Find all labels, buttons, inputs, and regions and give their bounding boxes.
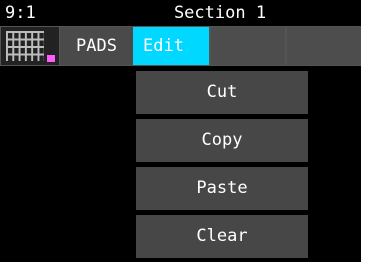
step-indicator: 9:1 [5,3,36,23]
tab-empty-1[interactable] [211,27,285,65]
selected-pad-marker [47,55,55,62]
copy-button[interactable]: Copy [136,119,308,162]
tab-pads[interactable]: PADS [60,27,133,65]
paste-button[interactable]: Paste [136,167,308,210]
tab-empty-2[interactable] [287,27,361,65]
pad-grid-icon[interactable] [1,27,59,65]
edit-menu: Cut Copy Paste Clear [136,71,308,262]
clear-button[interactable]: Clear [136,215,308,258]
tab-edit[interactable]: Edit [133,27,209,65]
device-screen: 9:1 Section 1 PADS Edit Cut Copy Paste C… [0,0,361,262]
section-title: Section 1 [173,3,267,23]
grid-icon [6,31,44,61]
cut-button[interactable]: Cut [136,71,308,114]
